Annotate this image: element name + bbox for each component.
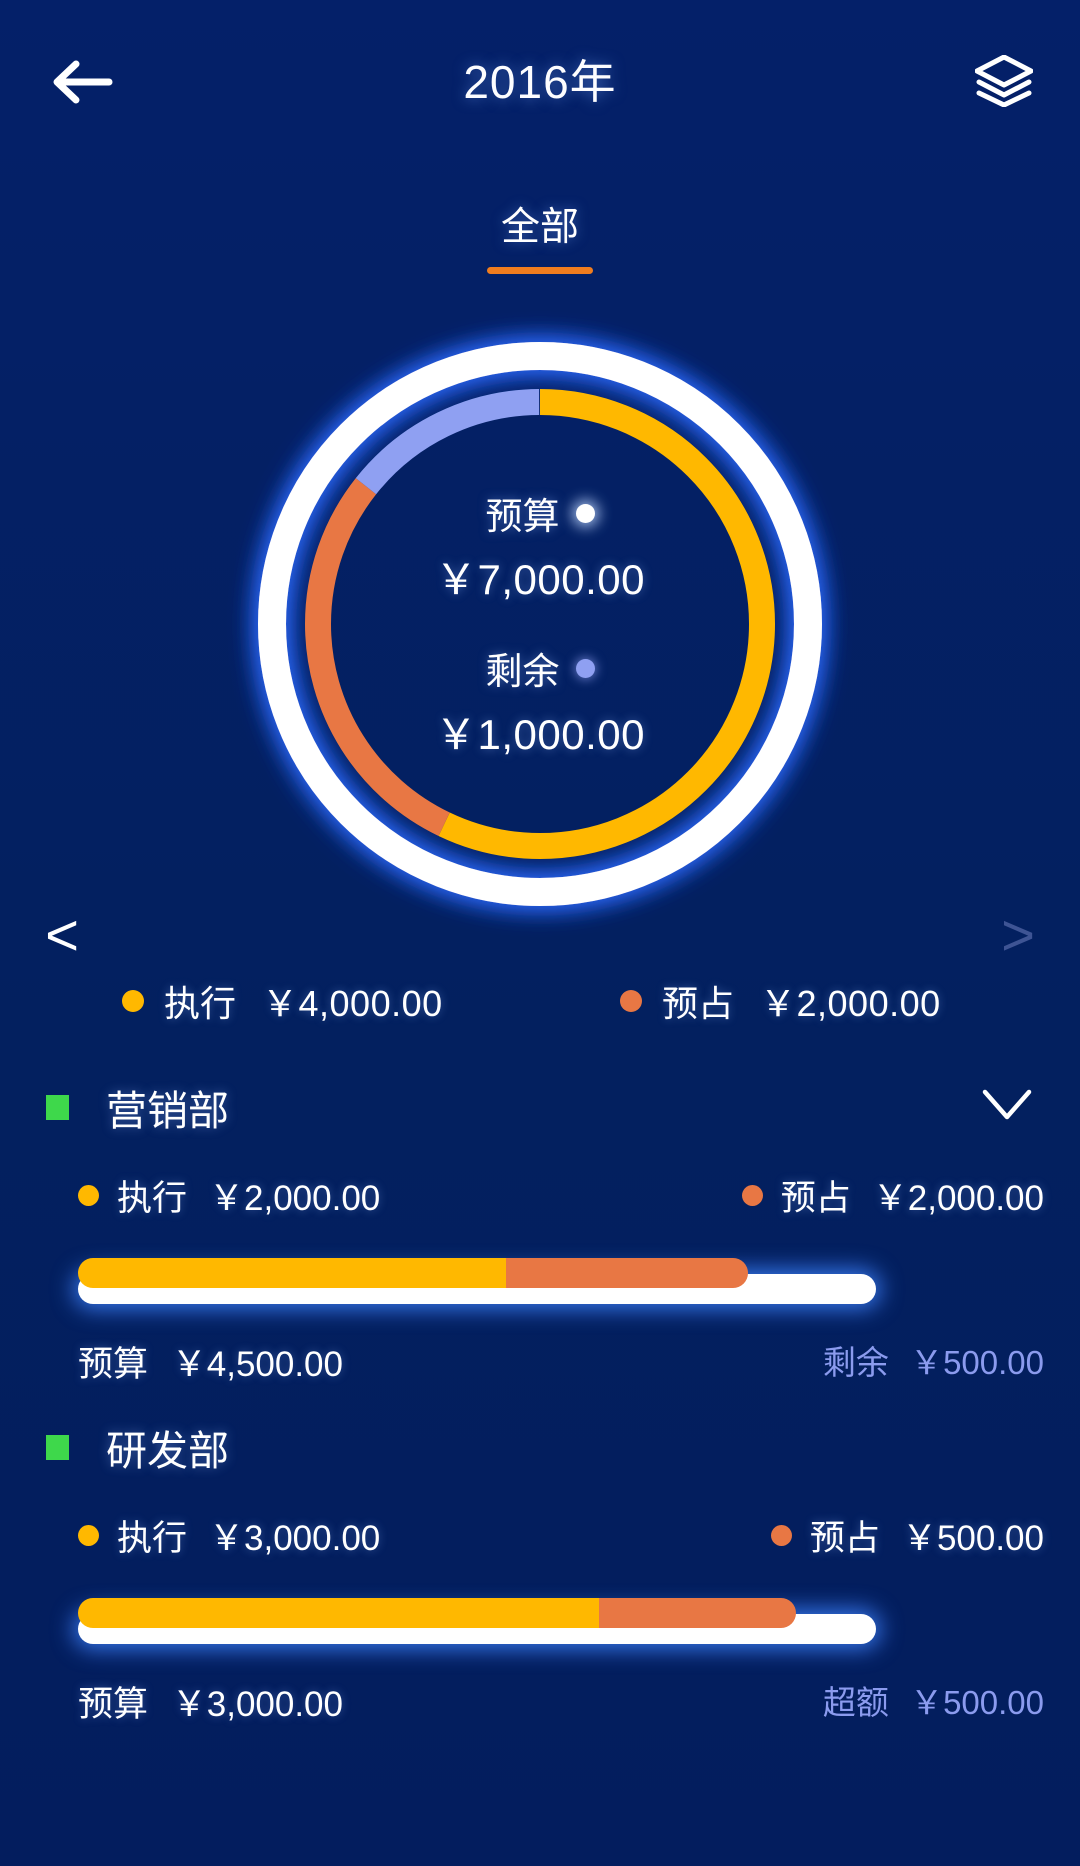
department-footer: 预算 ￥4,500.00 剩余 ￥500.00: [0, 1336, 1080, 1402]
prev-period-button[interactable]: <: [24, 898, 100, 974]
progress-segment-exec: [78, 1598, 616, 1628]
next-period-button[interactable]: >: [980, 898, 1056, 974]
department-collapse-button[interactable]: [976, 1076, 1038, 1138]
department-exec-legend: 执行 ￥2,000.00: [78, 1170, 380, 1221]
chevron-down-icon: [982, 1089, 1032, 1126]
department-status: 超额 ￥500.00: [823, 1676, 1044, 1724]
progress-segment-exec: [78, 1258, 522, 1288]
department-card: 营销部 执行 ￥2,000.00 预占 ￥2,000.00 预算 ￥4,500.…: [0, 1068, 1080, 1402]
dept-budget-label: 预算: [78, 1685, 149, 1724]
legend-exec-label: 执行: [164, 983, 237, 1024]
department-marker-icon: [46, 1434, 69, 1460]
dept-dot-preoccupy-icon: [741, 1185, 763, 1206]
department-header[interactable]: 营销部: [0, 1068, 1080, 1146]
donut-outer-budget-ring: [258, 342, 822, 906]
department-progress: [0, 1592, 1080, 1654]
progress-fill: [78, 1598, 812, 1628]
app-screen: 2016年 全部 预算 ￥7,000.00 剩余 ￥1,000.00 < > 执…: [0, 0, 1080, 1866]
department-exec-legend: 执行 ￥3,000.00: [78, 1510, 380, 1561]
department-budget: 预算 ￥4,500.00: [78, 1336, 343, 1387]
department-footer: 预算 ￥3,000.00 超额 ￥500.00: [0, 1676, 1080, 1742]
dept-dot-exec-icon: [78, 1525, 99, 1546]
dept-preoccupy-label: 预占: [780, 1179, 851, 1218]
legend-preoccupy-value: ￥2,000.00: [760, 983, 941, 1024]
donut-segments: [305, 389, 775, 859]
dept-exec-label: 执行: [117, 1519, 188, 1558]
layers-button[interactable]: [960, 44, 1048, 122]
department-preoccupy-legend: 预占 ￥2,000.00: [741, 1170, 1044, 1221]
department-legend: 执行 ￥2,000.00 预占 ￥2,000.00: [0, 1170, 1080, 1244]
chevron-right-icon: >: [1001, 903, 1035, 968]
donut-chart-section: 预算 ￥7,000.00 剩余 ￥1,000.00 < >: [0, 316, 1080, 965]
page-title: 2016年: [463, 56, 617, 108]
department-legend: 执行 ￥3,000.00 预占 ￥500.00: [0, 1510, 1080, 1584]
tab-all-label: 全部: [500, 206, 579, 249]
tab-all[interactable]: 全部: [486, 196, 593, 274]
chevron-left-icon: <: [45, 903, 79, 968]
tab-active-underline: [486, 267, 593, 274]
overall-legend: 执行 ￥4,000.00 预占 ￥2,000.00: [0, 975, 1080, 1027]
layers-icon: [974, 54, 1034, 112]
department-card: 研发部 执行 ￥3,000.00 预占 ￥500.00 预算 ￥3,000.00…: [0, 1408, 1080, 1742]
progress-fill: [78, 1258, 764, 1288]
department-name: 研发部: [106, 1428, 229, 1474]
dept-exec-value: ￥3,000.00: [209, 1519, 381, 1558]
department-name: 营销部: [106, 1088, 229, 1134]
legend-preoccupy-label: 预占: [662, 983, 735, 1024]
dept-exec-label: 执行: [117, 1179, 188, 1218]
legend-exec-value: ￥4,000.00: [262, 983, 443, 1024]
donut-chart: 预算 ￥7,000.00 剩余 ￥1,000.00: [240, 324, 840, 924]
department-progress: [0, 1252, 1080, 1314]
legend-item-preoccupy: 预占 ￥2,000.00: [540, 975, 1080, 1027]
dept-preoccupy-value: ￥2,000.00: [872, 1179, 1044, 1218]
dept-status-value: ￥500.00: [910, 1684, 1044, 1721]
dept-dot-exec-icon: [78, 1185, 99, 1206]
dept-preoccupy-value: ￥500.00: [901, 1519, 1044, 1558]
dept-exec-value: ￥2,000.00: [209, 1179, 381, 1218]
legend-dot-preoccupy-icon: [620, 990, 642, 1012]
tab-bar: 全部: [0, 196, 1080, 274]
dept-status-value: ￥500.00: [910, 1344, 1044, 1381]
dept-dot-preoccupy-icon: [770, 1525, 792, 1546]
dept-preoccupy-label: 预占: [809, 1519, 880, 1558]
top-bar: 2016年: [0, 0, 1080, 155]
department-status: 剩余 ￥500.00: [823, 1336, 1044, 1384]
dept-status-label: 剩余: [822, 1344, 889, 1381]
dept-budget-label: 预算: [78, 1345, 149, 1384]
dept-budget-value: ￥4,500.00: [171, 1345, 343, 1384]
progress-segment-preoccupy: [505, 1258, 748, 1288]
department-preoccupy-legend: 预占 ￥500.00: [770, 1510, 1044, 1561]
legend-dot-exec-icon: [122, 990, 144, 1012]
department-budget: 预算 ￥3,000.00: [78, 1676, 343, 1727]
dept-status-label: 超额: [822, 1684, 889, 1721]
dept-budget-value: ￥3,000.00: [171, 1685, 343, 1724]
legend-item-exec: 执行 ￥4,000.00: [0, 975, 540, 1027]
progress-segment-preoccupy: [599, 1598, 796, 1628]
department-marker-icon: [46, 1094, 69, 1120]
department-header[interactable]: 研发部: [0, 1408, 1080, 1486]
